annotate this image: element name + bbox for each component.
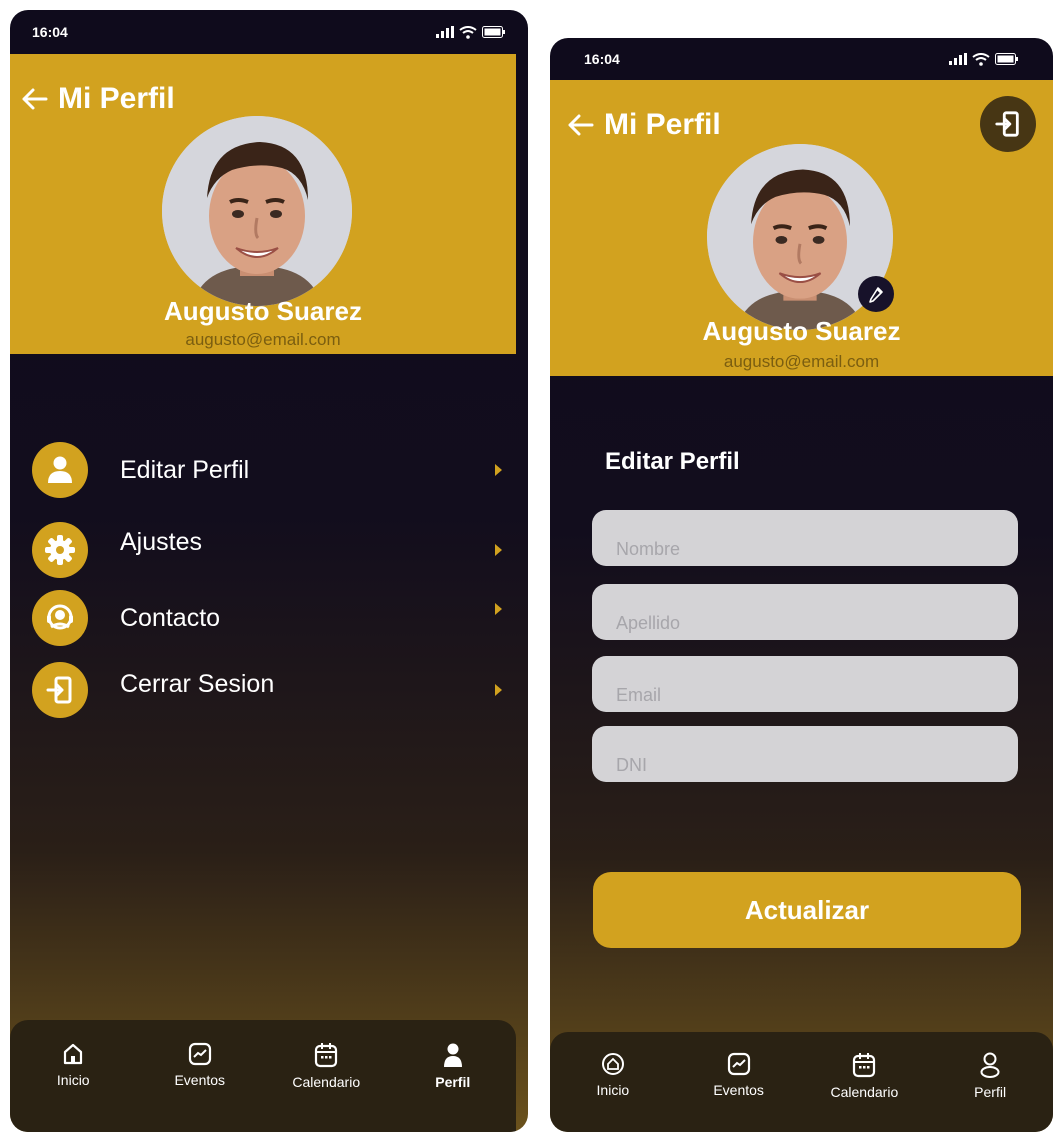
apellido-field[interactable] <box>592 584 1018 640</box>
person-icon <box>443 1043 462 1067</box>
trend-chart-icon <box>188 1042 211 1066</box>
signal-icon <box>949 53 967 65</box>
menu-item-label: Editar Perfil <box>120 455 250 484</box>
bottom-nav: Inicio Eventos Calendario Perfil <box>550 1032 1053 1132</box>
battery-icon <box>482 26 505 38</box>
chevron-right-icon <box>495 464 502 476</box>
person-icon <box>32 442 88 498</box>
nav-label: Inicio <box>56 1072 90 1088</box>
nav-label: Calendario <box>292 1074 361 1090</box>
nav-item-perfil[interactable]: Perfil <box>398 1042 508 1090</box>
actualizar-button[interactable]: Actualizar <box>593 872 1021 948</box>
menu-item-label: Cerrar Sesion <box>120 669 275 698</box>
profile-header: Mi Perfil Augusto Suarez augusto@email.c… <box>550 80 1053 376</box>
logout-icon <box>32 662 88 718</box>
logout-button[interactable] <box>980 96 1036 152</box>
back-button[interactable]: Mi Perfil <box>566 108 721 142</box>
avatar-portrait <box>162 116 352 306</box>
user-email: augusto@email.com <box>723 352 880 371</box>
arrow-left-icon <box>568 114 594 136</box>
nombre-field[interactable] <box>592 510 1018 566</box>
trend-chart-icon <box>727 1052 750 1076</box>
nav-item-inicio[interactable]: Inicio <box>558 1052 668 1098</box>
nav-label: Calendario <box>830 1084 899 1100</box>
user-name: Augusto Suarez <box>164 296 362 326</box>
chevron-right-icon <box>495 684 502 696</box>
menu-item-label: Contacto <box>120 603 221 632</box>
nav-label: Perfil <box>974 1084 1007 1100</box>
avatar <box>162 116 352 306</box>
menu-item-contacto[interactable]: Contacto <box>32 590 502 646</box>
nav-label: Perfil <box>435 1074 471 1090</box>
menu-item-editar-perfil[interactable]: Editar Perfil <box>32 442 502 498</box>
chevron-right-icon <box>495 544 502 556</box>
nav-item-eventos[interactable]: Eventos <box>684 1052 794 1098</box>
calendar-icon <box>315 1043 338 1068</box>
menu-item-cerrar-sesion[interactable]: Cerrar Sesion <box>32 662 502 718</box>
edit-photo-button[interactable] <box>858 276 894 312</box>
edit-profile-screen: 16:04 Mi Perfil Augusto Suarez augusto@e… <box>550 38 1053 1132</box>
logout-icon <box>995 111 1019 137</box>
user-email: augusto@email.com <box>185 330 341 349</box>
wifi-icon <box>972 52 990 66</box>
person-outline-icon <box>980 1052 1000 1078</box>
pencil-icon <box>869 287 883 303</box>
signal-icon <box>436 26 454 38</box>
headset-icon <box>32 590 88 646</box>
calendar-icon <box>853 1053 876 1078</box>
menu-item-label: Ajustes <box>120 527 202 556</box>
home-icon <box>601 1053 624 1075</box>
back-button[interactable]: Mi Perfil <box>20 82 175 116</box>
nav-label: Inicio <box>596 1082 630 1098</box>
user-name: Augusto Suarez <box>702 316 901 346</box>
status-icons <box>436 25 506 39</box>
status-time: 16:04 <box>584 51 620 67</box>
profile-header: Mi Perfil Augusto Suarez augusto@email.c… <box>10 54 516 354</box>
page-title: Mi Perfil <box>604 108 721 141</box>
arrow-left-icon <box>22 88 48 110</box>
email-field[interactable] <box>592 656 1018 712</box>
wifi-icon <box>459 25 477 39</box>
page-title: Mi Perfil <box>58 82 175 115</box>
nav-item-calendario[interactable]: Calendario <box>271 1042 381 1090</box>
status-bar: 16:04 <box>10 10 528 54</box>
nav-item-inicio[interactable]: Inicio <box>18 1042 128 1088</box>
form-title: Editar Perfil <box>605 448 740 475</box>
nav-item-eventos[interactable]: Eventos <box>145 1042 255 1088</box>
gear-icon <box>32 522 88 578</box>
chevron-right-icon <box>495 603 502 615</box>
battery-icon <box>995 53 1018 65</box>
profile-menu-screen: 16:04 Mi Perfil Augusto Suarez augusto@e… <box>10 10 528 1132</box>
status-bar: 16:04 <box>550 38 1053 80</box>
nav-item-calendario[interactable]: Calendario <box>809 1052 919 1100</box>
menu-item-ajustes[interactable]: Ajustes <box>32 522 502 578</box>
nav-label: Eventos <box>174 1072 226 1088</box>
nav-label: Eventos <box>713 1082 764 1098</box>
home-icon <box>64 1043 83 1065</box>
bottom-nav: Inicio Eventos Calendario Perfil <box>10 1020 516 1132</box>
status-icons <box>949 52 1019 66</box>
nav-item-perfil[interactable]: Perfil <box>935 1052 1045 1100</box>
dni-field[interactable] <box>592 726 1018 782</box>
status-time: 16:04 <box>32 24 68 40</box>
